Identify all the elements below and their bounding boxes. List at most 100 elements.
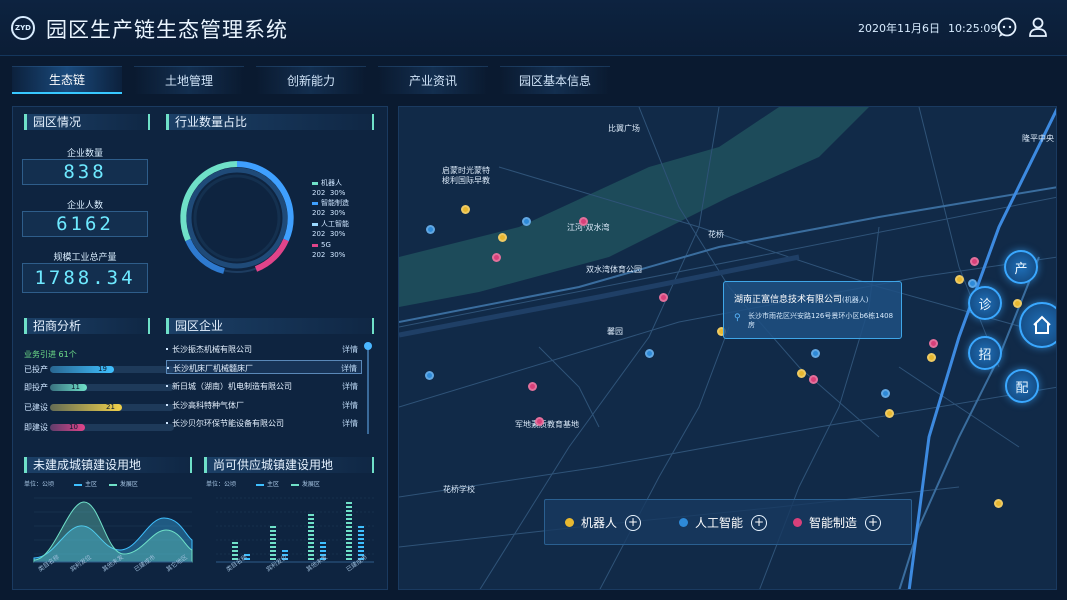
map-poi-marker[interactable] <box>492 253 501 262</box>
map-poi-marker[interactable] <box>498 233 507 242</box>
company-row[interactable]: 长沙贝尔环保节能设备有限公司 详情 <box>166 416 362 430</box>
detail-link[interactable]: 详情 <box>342 400 358 411</box>
progress-value: 11 <box>71 383 80 391</box>
add-icon[interactable]: + <box>751 514 768 531</box>
map-poi-marker[interactable] <box>809 375 818 384</box>
legend-value: 202 <box>312 189 326 197</box>
map-poi-marker[interactable] <box>929 339 938 348</box>
progress-row: 即投产 11 <box>24 382 174 394</box>
area-series-dev <box>33 501 193 563</box>
progress-value: 10 <box>69 423 78 431</box>
map-poi-marker[interactable] <box>885 409 894 418</box>
map-poi-marker[interactable] <box>797 369 806 378</box>
bar-segment <box>308 542 314 544</box>
company-row[interactable]: 长沙高科特种气体厂 详情 <box>166 398 362 412</box>
map-legend-bar: 机器人 + 人工智能 + 智能制造 + <box>544 499 912 545</box>
park-overview-title: 园区情况 <box>24 114 150 130</box>
map-label: 馨园 <box>607 327 623 336</box>
map-poi-marker[interactable] <box>659 293 668 302</box>
map-poi-marker[interactable] <box>881 389 890 398</box>
detail-link[interactable]: 详情 <box>342 344 358 355</box>
legend-swatch <box>73 483 82 486</box>
map-poi-marker[interactable] <box>425 371 434 380</box>
map-poi-marker[interactable] <box>811 349 820 358</box>
bar-segment <box>270 538 276 540</box>
map-poi-marker[interactable] <box>522 217 531 226</box>
brand-logo: ZYD <box>11 16 35 40</box>
map-poi-marker[interactable] <box>927 353 936 362</box>
company-info-popup[interactable]: 湖南正富信息技术有限公司(机器人) ⚲ 长沙市雨花区兴安路126号景环小区b6栋… <box>723 281 902 339</box>
bar-segment <box>270 550 276 552</box>
industry-ratio-donut <box>180 161 294 274</box>
map-view[interactable]: 比翼广场 隆平中央 启蒙时光蒙特 梭利国际早教 江河·双水湾 花桥 双水湾体育公… <box>398 106 1057 590</box>
nav-button-production[interactable]: 产 <box>1004 250 1038 284</box>
home-button[interactable] <box>1019 302 1056 348</box>
map-poi-marker[interactable] <box>970 257 979 266</box>
stat-company-count: 企业数量 838 <box>22 146 148 185</box>
legend-swatch <box>312 243 318 247</box>
nav-button-diagnosis[interactable]: 诊 <box>968 286 1002 320</box>
chart-unit: 单位：公顷 <box>24 481 55 488</box>
tab-industry-news[interactable]: 产业资讯 <box>378 66 488 94</box>
map-poi-marker[interactable] <box>579 217 588 226</box>
tab-innovation[interactable]: 创新能力 <box>256 66 366 94</box>
company-name: 长沙高科特种气体厂 <box>172 401 244 410</box>
tab-park-info[interactable]: 园区基本信息 <box>500 66 610 94</box>
available-land-legend: 单位：公顷 主区 发展区 <box>206 479 320 488</box>
legend-name: 机器人 <box>321 179 342 187</box>
tab-ecochain[interactable]: 生态链 <box>12 66 122 94</box>
bar-segment <box>308 530 314 532</box>
scrollbar-thumb[interactable] <box>364 342 372 350</box>
bar-segment <box>346 526 352 528</box>
add-icon[interactable]: + <box>865 514 882 531</box>
legend-label: 主区 <box>266 481 279 488</box>
popup-category: (机器人) <box>842 296 869 304</box>
bar-segment <box>270 554 276 556</box>
legend-dot <box>565 518 574 527</box>
bar-segment <box>358 546 364 548</box>
tab-land-management[interactable]: 土地管理 <box>134 66 244 94</box>
legend-label: 智能制造 <box>809 516 858 530</box>
company-row[interactable]: 新日城（湖南）机电制造有限公司 详情 <box>166 379 362 393</box>
map-poi-marker[interactable] <box>955 275 964 284</box>
map-poi-marker[interactable] <box>528 382 537 391</box>
map-poi-marker[interactable] <box>426 225 435 234</box>
detail-link[interactable]: 详情 <box>341 363 357 374</box>
bar-segment <box>308 554 314 556</box>
nav-button-supply[interactable]: 配 <box>1005 369 1039 403</box>
company-name: 长沙振杰机械有限公司 <box>172 345 252 354</box>
map-poi-marker[interactable] <box>994 499 1003 508</box>
chat-icon[interactable] <box>996 16 1018 38</box>
company-row[interactable]: 长沙机床厂机械髓床厂 详情 <box>166 360 362 374</box>
bar-segment <box>346 534 352 536</box>
nav-button-investment[interactable]: 招 <box>968 336 1002 370</box>
bar-segment <box>308 550 314 552</box>
detail-link[interactable]: 详情 <box>342 418 358 429</box>
map-poi-marker[interactable] <box>461 205 470 214</box>
map-poi-marker[interactable] <box>1013 299 1022 308</box>
bar-segment <box>320 546 326 548</box>
legend-smart-manufacturing[interactable]: 智能制造 + <box>793 514 882 531</box>
map-label: 比翼广场 <box>608 124 640 133</box>
unbuilt-land-legend: 单位：公顷 主区 发展区 <box>24 479 138 488</box>
bar-segment <box>346 522 352 524</box>
user-icon[interactable] <box>1027 16 1049 38</box>
bar-segment <box>308 534 314 536</box>
detail-link[interactable]: 详情 <box>342 381 358 392</box>
legend-ai[interactable]: 人工智能 + <box>679 514 768 531</box>
legend-name: 人工智能 <box>321 220 349 228</box>
company-list-scrollbar[interactable] <box>367 344 369 434</box>
map-poi-marker[interactable] <box>645 349 654 358</box>
legend-label: 发展区 <box>119 481 138 488</box>
add-icon[interactable]: + <box>625 514 642 531</box>
bar-segment <box>346 510 352 512</box>
legend-smart-manufacturing: 智能制造 202 30% <box>312 198 349 218</box>
stat-label: 规模工业总产量 <box>53 253 117 263</box>
map-poi-marker[interactable] <box>535 417 544 426</box>
company-name: 长沙贝尔环保节能设备有限公司 <box>172 419 284 428</box>
bar-segment <box>308 546 314 548</box>
map-poi-marker[interactable] <box>968 279 977 288</box>
legend-robot[interactable]: 机器人 + <box>565 514 642 531</box>
company-row[interactable]: 长沙振杰机械有限公司 详情 <box>166 342 362 356</box>
bar-segment <box>232 550 238 552</box>
